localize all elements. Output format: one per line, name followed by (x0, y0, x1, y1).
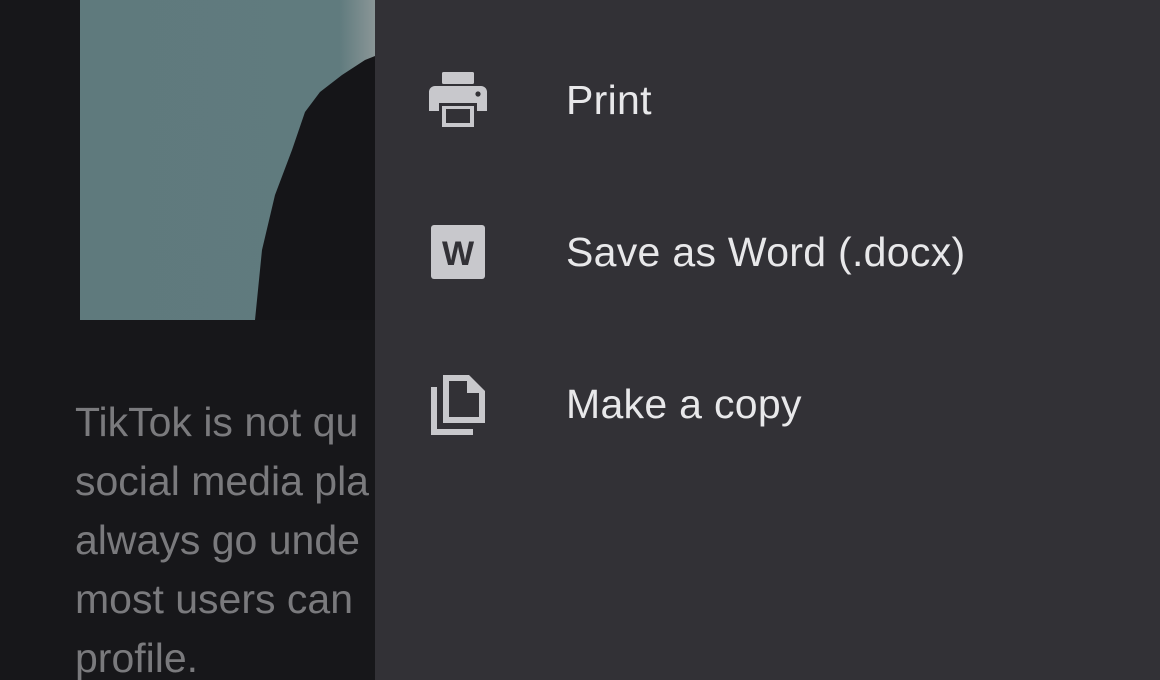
menu-item-label: Print (566, 76, 652, 123)
paragraph-line: always go unde (75, 517, 360, 563)
menu-item-label: Save as Word (.docx) (566, 228, 966, 275)
paragraph-line: TikTok is not qu (75, 399, 359, 445)
menu-item-print[interactable]: Print (375, 50, 1160, 150)
menu-item-label: Make a copy (566, 380, 802, 427)
paragraph-line: profile. (75, 635, 199, 680)
overflow-menu: Print W Save as Word (.docx) Make a copy (375, 0, 1160, 680)
paragraph-line: most users can (75, 576, 353, 622)
article-image (80, 0, 375, 320)
menu-item-save-as-word[interactable]: W Save as Word (.docx) (375, 202, 1160, 302)
document-background: TikTok is not qu social media pla always… (0, 0, 375, 680)
article-photo (80, 0, 375, 320)
menu-item-make-copy[interactable]: Make a copy (375, 354, 1160, 454)
screen: TikTok is not qu social media pla always… (0, 0, 1160, 680)
word-doc-icon: W (427, 221, 489, 283)
printer-icon (427, 69, 489, 131)
paragraph-line: social media pla (75, 458, 369, 504)
article-paragraph: TikTok is not qu social media pla always… (75, 393, 375, 680)
copy-icon (427, 373, 489, 435)
word-icon-glyph: W (442, 235, 475, 273)
